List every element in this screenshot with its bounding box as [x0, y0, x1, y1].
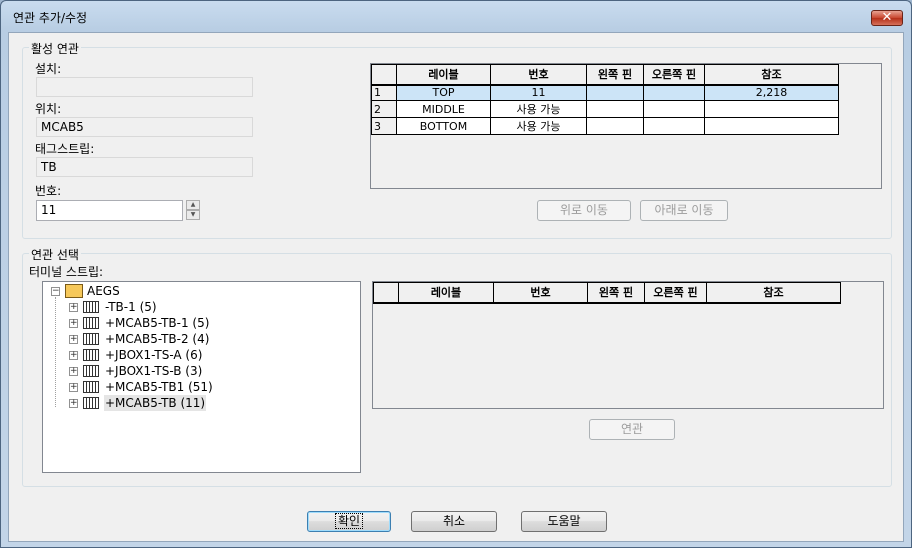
cancel-button[interactable]: 취소: [411, 511, 497, 532]
expand-icon[interactable]: +: [69, 399, 78, 408]
tree-node-label: +JBOX1-TS-A (6): [105, 348, 203, 362]
number-label: 번호:: [35, 184, 62, 198]
location-field: MCAB5: [36, 117, 253, 137]
table-row[interactable]: 1 TOP 11 2,218: [371, 84, 839, 101]
terminal-strip-label: 터미널 스트립:: [29, 265, 104, 279]
expand-icon[interactable]: +: [69, 335, 78, 344]
table-row[interactable]: 3 BOTTOM 사용 가능: [371, 117, 839, 135]
tagstrip-label: 태그스트립:: [35, 142, 95, 156]
install-field: [36, 77, 253, 97]
active-association-label: 활성 연관: [29, 40, 81, 57]
column-header[interactable]: 참조: [706, 282, 841, 304]
close-button[interactable]: ✕: [871, 10, 903, 26]
collapse-icon[interactable]: −: [51, 287, 60, 296]
association-select-label: 연관 선택: [29, 246, 81, 263]
cell-ref[interactable]: 2,218: [704, 84, 839, 101]
cell-left-pin[interactable]: [586, 100, 644, 118]
cell-ref[interactable]: [704, 100, 839, 118]
terminal-strip-icon: [83, 381, 99, 393]
select-grid-header: 레이블 번호 왼쪽 핀 오른쪽 핀 참조: [373, 282, 841, 304]
terminal-strip-tree[interactable]: − AEGS + -TB-1 (5) + +MCAB5-TB-1 (5) + +…: [42, 281, 361, 473]
column-header[interactable]: 레이블: [398, 282, 494, 304]
folder-icon: [65, 284, 83, 298]
spin-down-icon[interactable]: ▼: [186, 210, 200, 220]
corner-cell: [371, 64, 397, 86]
dialog-window: 연관 추가/수정 ✕ 활성 연관 설치: 위치: MCAB5 태그스트립: TB…: [0, 0, 912, 548]
tree-node-label: +JBOX1-TS-B (3): [105, 364, 203, 378]
tree-node-label: +MCAB5-TB-2 (4): [105, 332, 210, 346]
cell-label[interactable]: MIDDLE: [396, 100, 491, 118]
cell-number[interactable]: 사용 가능: [490, 117, 587, 135]
column-header[interactable]: 참조: [704, 64, 839, 86]
move-down-button[interactable]: 아래로 이동: [640, 200, 728, 221]
expand-icon[interactable]: +: [69, 383, 78, 392]
row-index: 2: [371, 100, 397, 118]
cell-left-pin[interactable]: [586, 117, 644, 135]
cell-left-pin[interactable]: [586, 84, 644, 101]
terminal-strip-icon: [83, 397, 99, 409]
ok-button[interactable]: 확인: [307, 511, 391, 532]
spin-up-icon[interactable]: ▲: [186, 200, 200, 210]
terminal-strip-icon: [83, 317, 99, 329]
cell-right-pin[interactable]: [643, 84, 705, 101]
associate-button[interactable]: 연관: [589, 419, 675, 440]
cell-label[interactable]: TOP: [396, 84, 491, 101]
column-header[interactable]: 왼쪽 핀: [586, 64, 644, 86]
active-grid-header: 레이블 번호 왼쪽 핀 오른쪽 핀 참조: [371, 64, 839, 86]
terminal-strip-icon: [83, 365, 99, 377]
tree-node-label: +MCAB5-TB-1 (5): [105, 316, 210, 330]
install-label: 설치:: [35, 62, 62, 76]
column-header[interactable]: 레이블: [396, 64, 491, 86]
location-label: 위치:: [35, 102, 62, 116]
active-grid[interactable]: 레이블 번호 왼쪽 핀 오른쪽 핀 참조 1 TOP 11 2,218 2 MI…: [370, 63, 882, 189]
column-header[interactable]: 번호: [490, 64, 587, 86]
tree-node-label: +MCAB5-TB (11): [104, 395, 207, 411]
cell-number[interactable]: 사용 가능: [490, 100, 587, 118]
ok-button-label: 확인: [334, 513, 364, 529]
help-button[interactable]: 도움말: [521, 511, 607, 532]
tree-node-label: +MCAB5-TB1 (51): [105, 380, 213, 394]
table-row[interactable]: 2 MIDDLE 사용 가능: [371, 100, 839, 118]
terminal-strip-icon: [83, 349, 99, 361]
title-bar: 연관 추가/수정 ✕: [1, 1, 911, 31]
terminal-strip-icon: [83, 301, 99, 313]
association-select-group: 연관 선택 터미널 스트립: − AEGS + -TB-1 (5) + +MCA…: [22, 246, 892, 487]
column-header[interactable]: 왼쪽 핀: [587, 282, 645, 304]
cell-label[interactable]: BOTTOM: [396, 117, 491, 135]
column-header[interactable]: 오른쪽 핀: [643, 64, 705, 86]
expand-icon[interactable]: +: [69, 351, 78, 360]
close-icon: ✕: [881, 10, 893, 25]
expand-icon[interactable]: +: [69, 303, 78, 312]
select-grid[interactable]: 레이블 번호 왼쪽 핀 오른쪽 핀 참조: [372, 281, 884, 409]
tree-node-label: -TB-1 (5): [105, 300, 157, 314]
row-index: 3: [371, 117, 397, 135]
number-input[interactable]: 11: [36, 200, 183, 221]
move-up-button[interactable]: 위로 이동: [537, 200, 631, 221]
expand-icon[interactable]: +: [69, 319, 78, 328]
row-index: 1: [371, 84, 397, 101]
cell-right-pin[interactable]: [643, 117, 705, 135]
corner-cell: [373, 282, 399, 304]
cell-number[interactable]: 11: [490, 84, 587, 101]
select-grid-table: 레이블 번호 왼쪽 핀 오른쪽 핀 참조: [373, 282, 841, 304]
terminal-strip-icon: [83, 333, 99, 345]
cell-right-pin[interactable]: [643, 100, 705, 118]
dialog-client: 활성 연관 설치: 위치: MCAB5 태그스트립: TB 번호: 11 ▲ ▼…: [8, 32, 904, 542]
number-spinner: ▲ ▼: [186, 200, 200, 221]
window-title: 연관 추가/수정: [13, 11, 88, 25]
expand-icon[interactable]: +: [69, 367, 78, 376]
column-header[interactable]: 오른쪽 핀: [644, 282, 707, 304]
active-association-group: 활성 연관 설치: 위치: MCAB5 태그스트립: TB 번호: 11 ▲ ▼…: [22, 40, 892, 239]
column-header[interactable]: 번호: [493, 282, 588, 304]
tree-node-label: AEGS: [87, 284, 120, 298]
active-grid-table: 레이블 번호 왼쪽 핀 오른쪽 핀 참조 1 TOP 11 2,218 2 MI…: [371, 64, 839, 135]
cell-ref[interactable]: [704, 117, 839, 135]
tagstrip-field: TB: [36, 157, 253, 177]
tree-connector: [55, 297, 56, 407]
